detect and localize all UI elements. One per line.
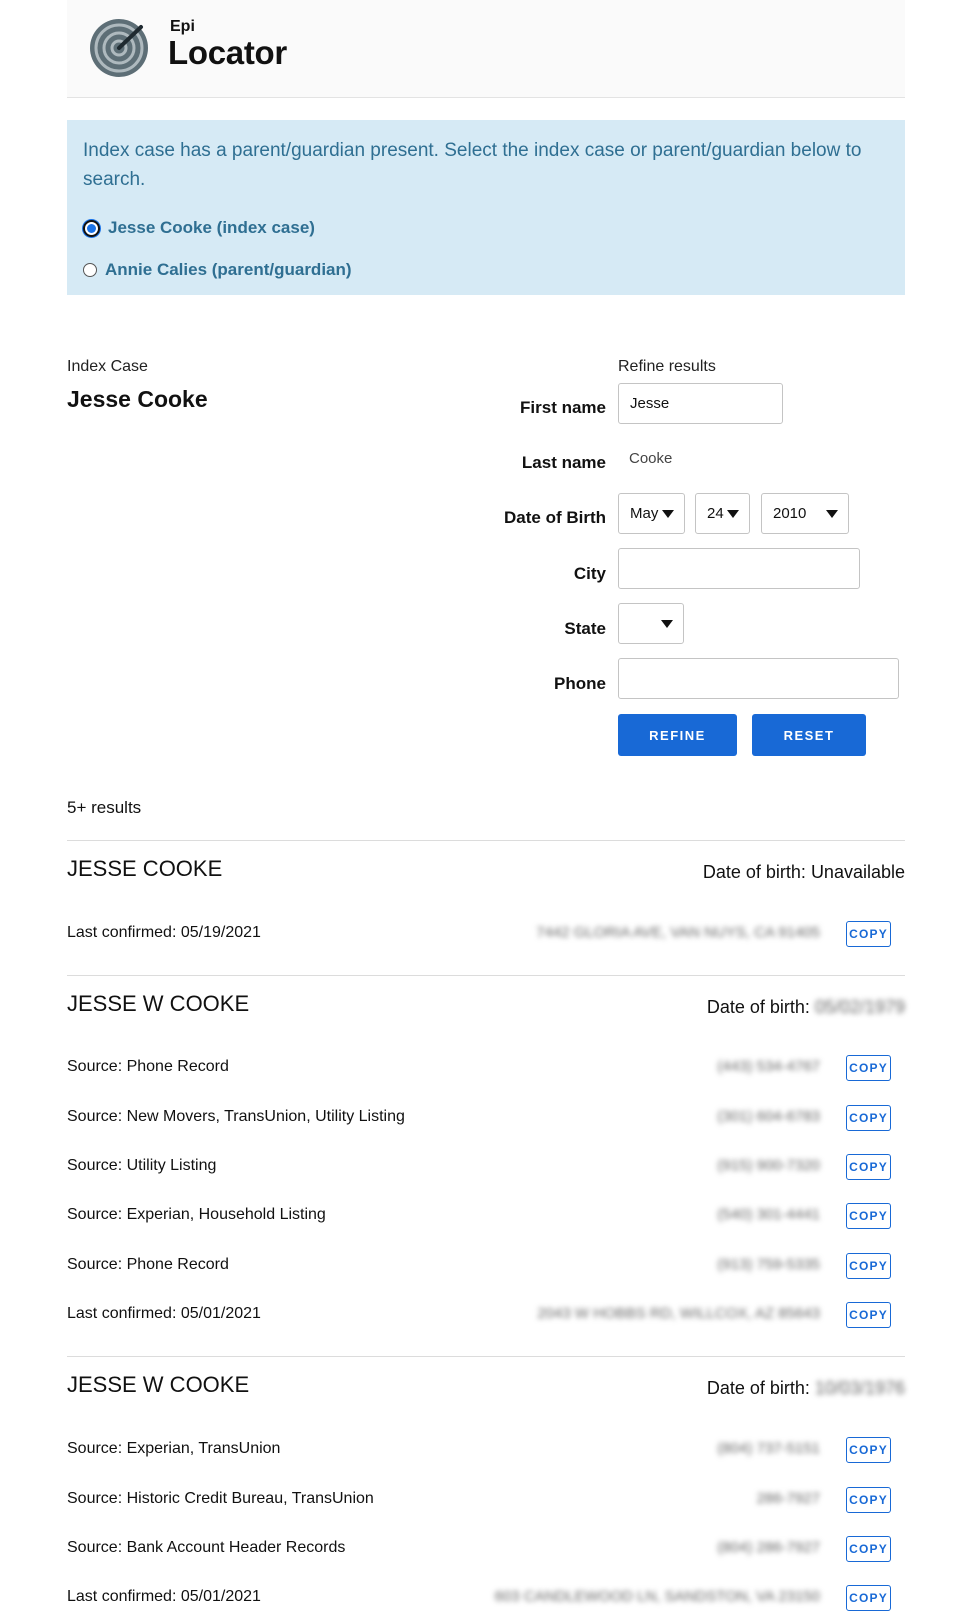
result-person-name: JESSE COOKE (67, 856, 223, 881)
record-label: Source: Phone Record (67, 1256, 229, 1273)
state-select[interactable] (618, 603, 684, 644)
dob-day-value: 24 (707, 505, 724, 522)
first-name-input[interactable]: Jesse (618, 383, 783, 424)
radio-button-checked[interactable] (83, 219, 100, 237)
copy-button[interactable]: COPY (846, 1536, 891, 1562)
record-value-redacted: (301) 604-6783 (717, 1108, 820, 1125)
result-divider (67, 840, 905, 841)
record-label: Source: Utility Listing (67, 1157, 217, 1174)
dob-value-redacted: 05/02/1979 (814, 997, 905, 1017)
result-person-name: JESSE W COOKE (67, 991, 250, 1016)
dob-label: Date of birth: (706, 997, 810, 1017)
first-name-value: Jesse (630, 395, 670, 412)
brand-title: Locator (168, 34, 287, 71)
record-label: Last confirmed: 05/01/2021 (67, 1305, 261, 1322)
app-header: Epi Locator (67, 0, 905, 98)
record-value-redacted: 603 CANDLEWOOD LN, SANDSTON, VA 23150 (494, 1588, 820, 1605)
record-value-redacted: (913) 759-5335 (717, 1256, 820, 1273)
chevron-down-icon (826, 509, 838, 518)
index-case-caption: Index Case (67, 358, 148, 375)
record-label: Last confirmed: 05/01/2021 (67, 1588, 261, 1605)
record-value-redacted: 7442 GLORIA AVE, VAN NUYS, CA 91405 (536, 924, 820, 941)
result-person-name: JESSE W COOKE (67, 1372, 250, 1397)
radio-option-parent-guardian[interactable]: Annie Calies (parent/guardian) (83, 260, 352, 280)
record-value-redacted: (540) 301-4441 (717, 1206, 820, 1223)
copy-button[interactable]: COPY (846, 1105, 891, 1131)
city-label: City (573, 564, 606, 583)
result-dob: Date of birth: 10/03/1976 (707, 1378, 905, 1399)
dob-label: Date of birth: (706, 1378, 810, 1398)
dob-year-select[interactable]: 2010 (761, 493, 849, 534)
record-label: Source: New Movers, TransUnion, Utility … (67, 1108, 405, 1125)
results-count: 5+ results (67, 798, 142, 817)
copy-button[interactable]: COPY (846, 921, 891, 947)
dob-day-select[interactable]: 24 (695, 493, 750, 534)
result-divider (67, 975, 905, 976)
record-label: Source: Historic Credit Bureau, TransUni… (67, 1490, 374, 1507)
copy-button[interactable]: COPY (846, 1302, 891, 1328)
record-value-redacted: 286-7927 (756, 1490, 820, 1507)
index-case-name: Jesse Cooke (67, 386, 208, 412)
result-dob: Date of birth: Unavailable (703, 862, 905, 883)
record-value-redacted: (804) 737-5151 (717, 1440, 820, 1457)
chevron-down-icon (662, 509, 674, 518)
chevron-down-icon (727, 509, 739, 518)
radio-label-index-case[interactable]: Jesse Cooke (index case) (108, 218, 315, 238)
last-name-value: Cooke (629, 450, 673, 467)
copy-button[interactable]: COPY (846, 1437, 891, 1463)
dob-month-select[interactable]: May (618, 493, 685, 534)
dob-year-value: 2010 (773, 505, 807, 522)
last-name-label: Last name (521, 453, 606, 472)
record-label: Source: Experian, Household Listing (67, 1206, 326, 1223)
record-label: Source: Experian, TransUnion (67, 1440, 281, 1457)
copy-button[interactable]: COPY (846, 1203, 891, 1229)
chevron-down-icon (661, 619, 673, 628)
radio-button-unchecked[interactable] (83, 263, 97, 277)
record-value-redacted: (915) 900-7320 (717, 1157, 820, 1174)
copy-button[interactable]: COPY (846, 1055, 891, 1081)
record-value-redacted: 2043 W HOBBS RD, WILLCOX, AZ 85643 (537, 1305, 820, 1322)
refine-caption: Refine results (618, 358, 716, 375)
reset-button[interactable]: RESET (752, 714, 866, 756)
copy-button[interactable]: COPY (846, 1154, 891, 1180)
copy-button[interactable]: COPY (846, 1585, 891, 1611)
radio-label-parent-guardian[interactable]: Annie Calies (parent/guardian) (105, 260, 352, 280)
state-label: State (564, 619, 606, 638)
record-value-redacted: (443) 534-4767 (717, 1058, 820, 1075)
record-value-redacted: (804) 286-7927 (717, 1539, 820, 1556)
radar-logo-icon (90, 19, 148, 77)
record-label: Source: Bank Account Header Records (67, 1539, 346, 1556)
dob-value: Unavailable (810, 862, 905, 882)
copy-button[interactable]: COPY (846, 1487, 891, 1513)
dob-value-redacted: 10/03/1976 (814, 1378, 905, 1398)
refine-button[interactable]: REFINE (618, 714, 737, 756)
parent-guardian-notice: Index case has a parent/guardian present… (67, 120, 905, 295)
phone-input[interactable] (618, 658, 899, 699)
result-divider (67, 1356, 905, 1357)
date-of-birth-label: Date of Birth (504, 508, 606, 527)
phone-label: Phone (554, 674, 606, 693)
first-name-label: First name (520, 398, 606, 417)
city-input[interactable] (618, 548, 860, 589)
radio-option-index-case[interactable]: Jesse Cooke (index case) (83, 218, 315, 238)
dob-label: Date of birth: (702, 862, 806, 882)
record-label: Source: Phone Record (67, 1058, 229, 1075)
copy-button[interactable]: COPY (846, 1253, 891, 1279)
record-label: Last confirmed: 05/19/2021 (67, 924, 261, 941)
result-dob: Date of birth: 05/02/1979 (707, 997, 905, 1018)
dob-month-value: May (630, 505, 659, 522)
notice-text: Index case has a parent/guardian present… (83, 140, 862, 190)
